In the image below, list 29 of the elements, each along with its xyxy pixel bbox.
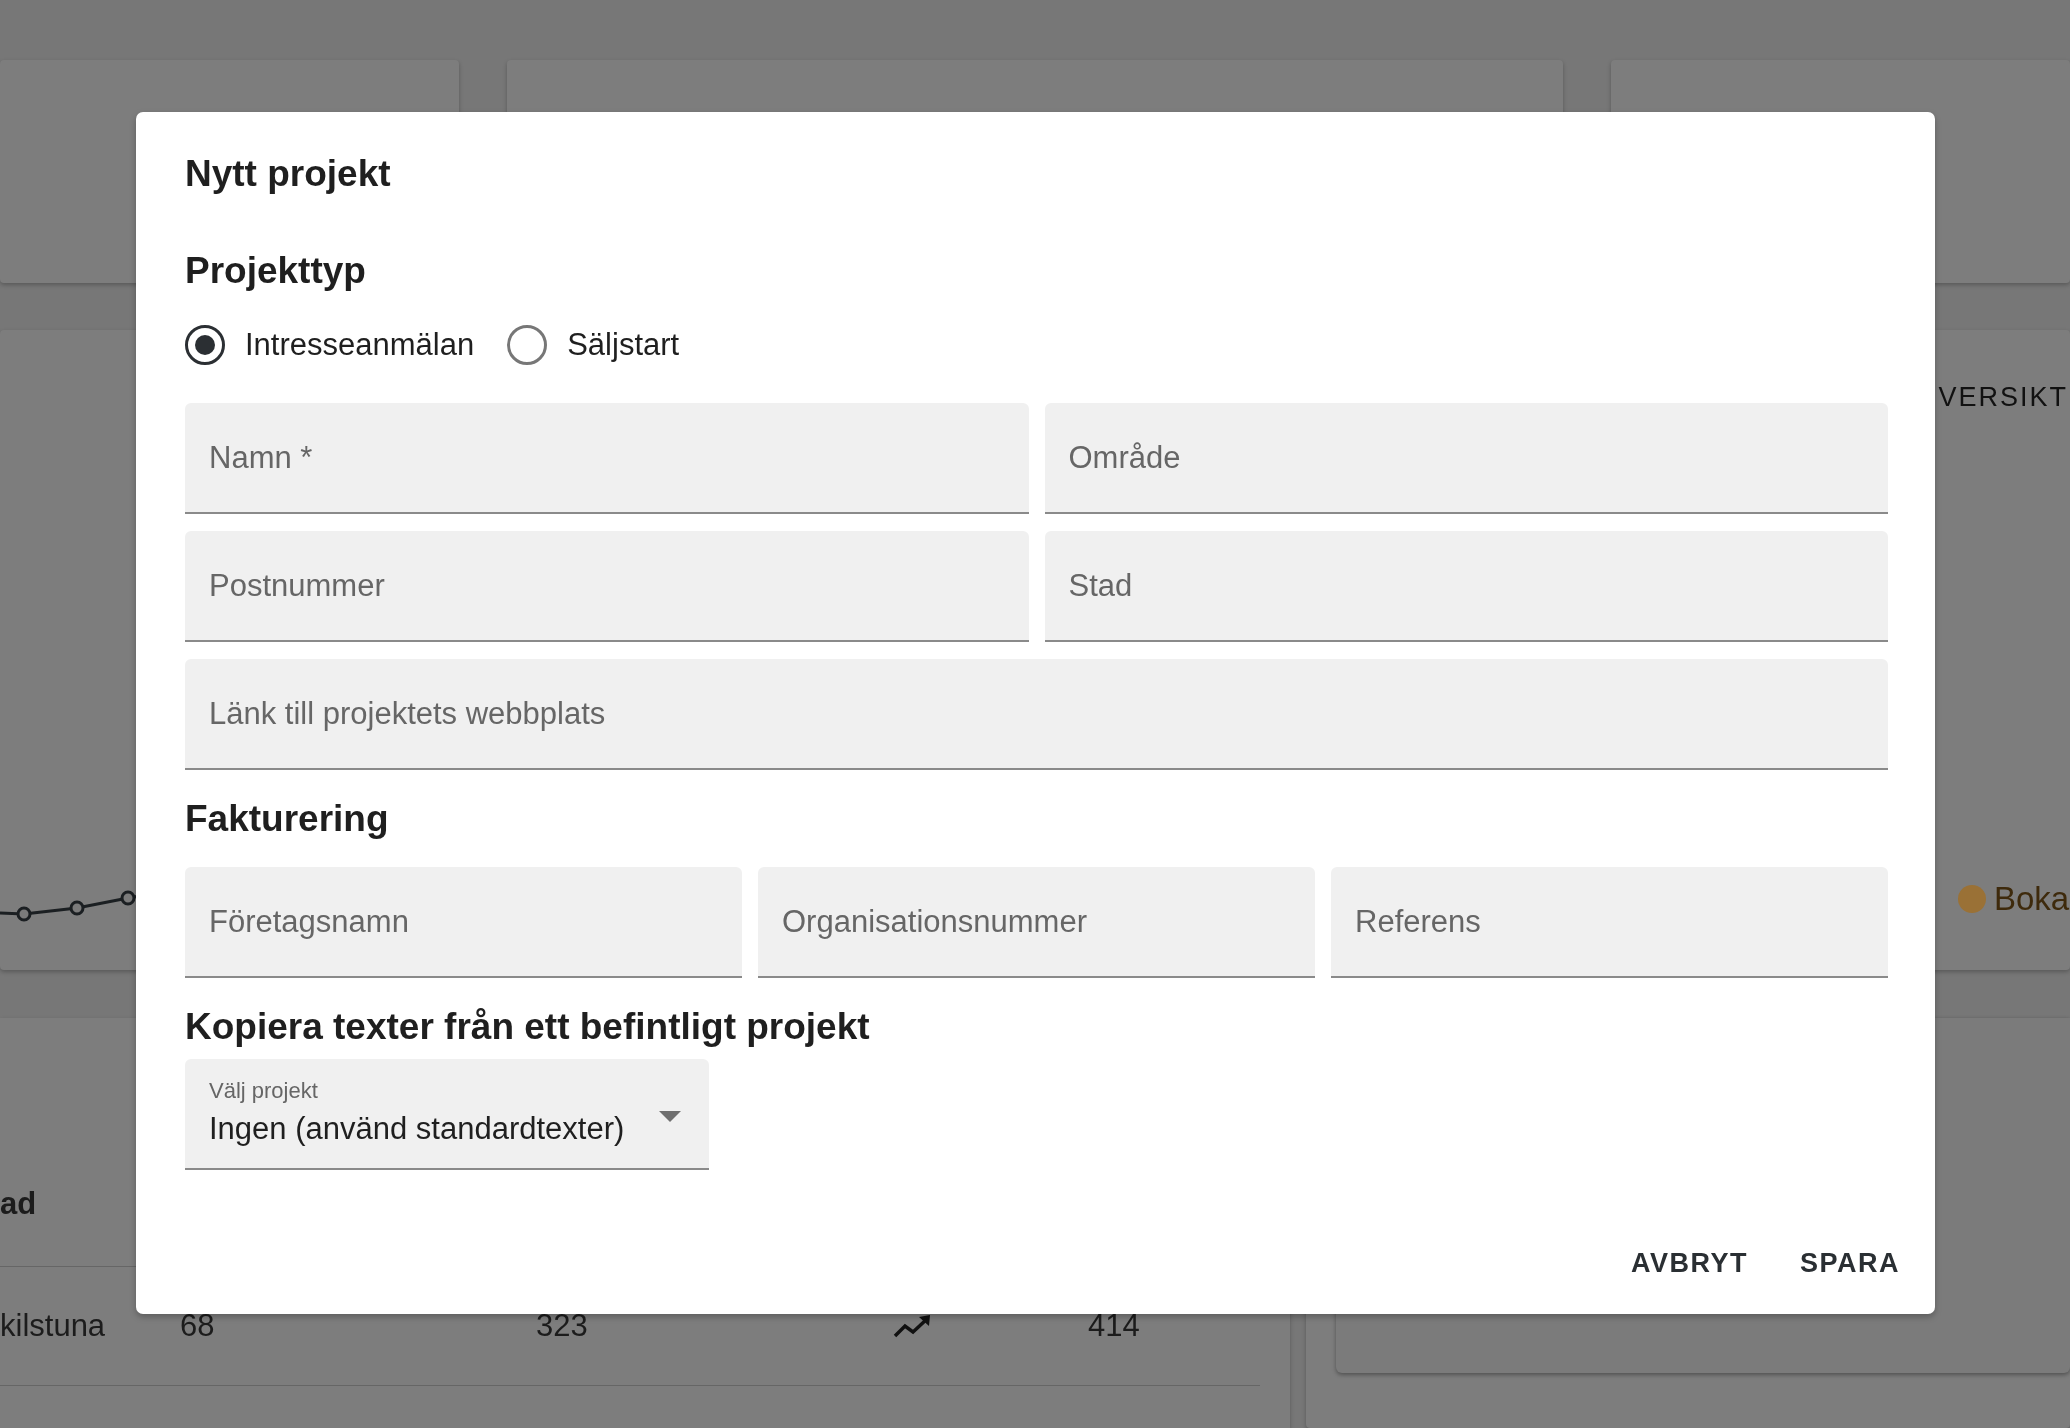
trending-up-icon: [893, 1314, 933, 1338]
text-field[interactable]: Organisationsnummer: [758, 867, 1315, 978]
dialog-title: Nytt projekt: [185, 152, 391, 196]
section-heading: Projekttyp: [185, 249, 366, 293]
text-field[interactable]: Namn *: [185, 403, 1029, 514]
field-label: Välj projekt: [209, 1077, 319, 1105]
text-field[interactable]: Postnummer: [185, 531, 1029, 642]
text-field[interactable]: Område: [1044, 403, 1888, 514]
radio-label[interactable]: Intresseanmälan: [245, 327, 475, 363]
text-field[interactable]: Länk till projektets webbplats: [185, 659, 1888, 770]
dialog-button[interactable]: AVBRYT: [1613, 1236, 1766, 1291]
table-cell-text: 323: [536, 1308, 589, 1344]
legend-label: Boka: [1994, 880, 2070, 918]
section-heading: Fakturering: [185, 797, 389, 841]
table-cell-text: 68: [180, 1308, 216, 1344]
radio-label[interactable]: Säljstart: [567, 327, 680, 363]
field-value: Ingen (använd standardtexter): [209, 1111, 625, 1147]
select-field[interactable]: Välj projekt Ingen (använd standardtexter): [185, 1059, 709, 1170]
dropdown-caret-icon: [659, 1111, 681, 1122]
dialog-button[interactable]: SPARA: [1782, 1236, 1918, 1291]
radio-button[interactable]: [507, 325, 548, 365]
table-cell-text: 414: [1088, 1308, 1141, 1344]
text-field[interactable]: Stad: [1044, 531, 1888, 642]
table-cell-text: kilstuna: [0, 1308, 107, 1344]
text-field[interactable]: Företagsnamn: [185, 867, 742, 978]
card-title: VERSIKT: [1938, 382, 2068, 413]
text-field[interactable]: Referens: [1331, 867, 1888, 978]
radio-button[interactable]: [185, 325, 225, 365]
section-heading: Kopiera texter från ett befintligt projekt: [185, 1005, 870, 1049]
